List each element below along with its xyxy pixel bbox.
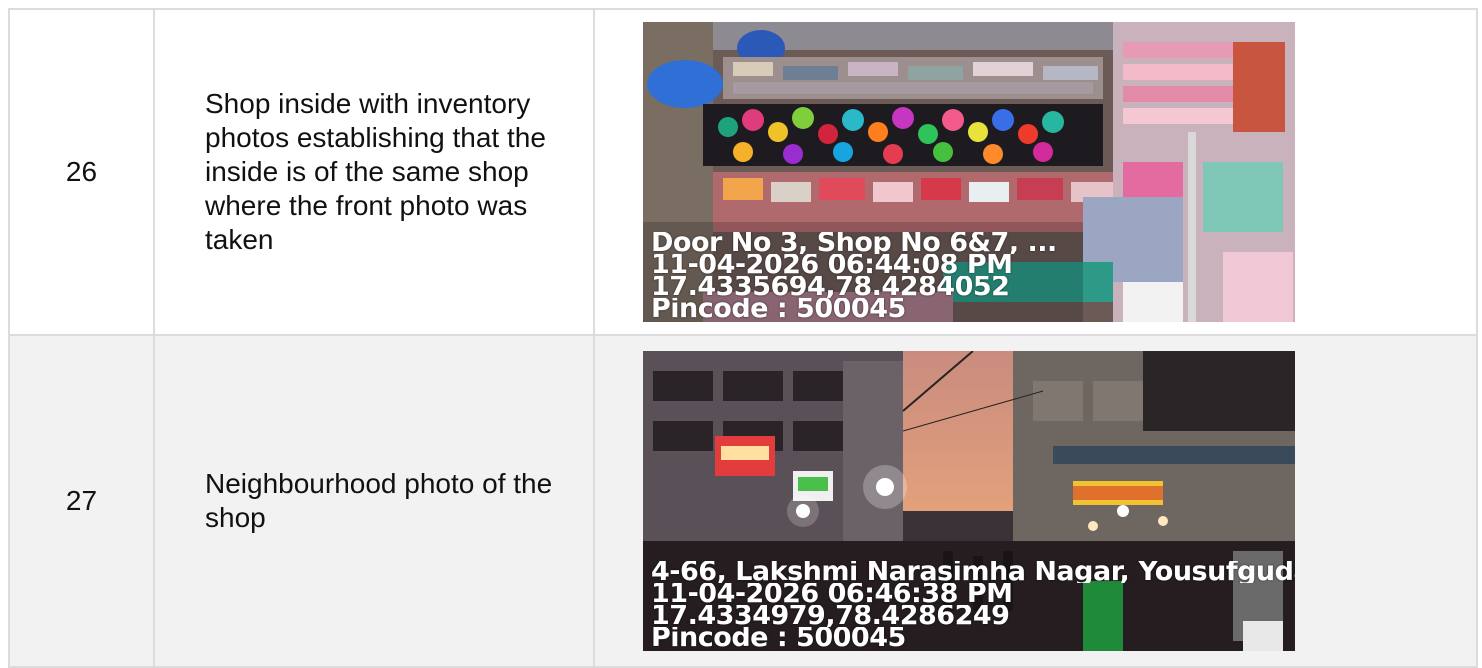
table-row: 27 Neighbourhood photo of the shop 4-66,… bbox=[10, 336, 1478, 668]
stamp-address: 4-66, Lakshmi Narasimha Nagar, Yousufgud… bbox=[651, 561, 1295, 583]
table-row: 26 Shop inside with inventory photos est… bbox=[10, 10, 1478, 336]
stamp-datetime: 11-04-2026 06:44:08 PM bbox=[651, 254, 1013, 276]
row-description: Neighbourhood photo of the shop bbox=[155, 336, 595, 666]
photo-cell: 4-66, Lakshmi Narasimha Nagar, Yousufgud… bbox=[595, 336, 1478, 666]
row-number: 27 bbox=[10, 336, 155, 666]
stamp-coordinates: 17.4335694,78.4284052 bbox=[651, 276, 1010, 298]
stamp-address: Door No 3, Shop No 6&7, ... bbox=[651, 232, 1057, 254]
row-description: Shop inside with inventory photos establ… bbox=[155, 10, 595, 334]
photo-cell: Door No 3, Shop No 6&7, ... 11-04-2026 0… bbox=[595, 10, 1478, 334]
stamp-pincode: Pincode : 500045 bbox=[651, 298, 906, 320]
stamp-datetime: 11-04-2026 06:46:38 PM bbox=[651, 583, 1013, 605]
row-number: 26 bbox=[10, 10, 155, 334]
row-description-text: Shop inside with inventory photos establ… bbox=[205, 88, 546, 255]
photo-geo-stamp: 4-66, Lakshmi Narasimha Nagar, Yousufgud… bbox=[651, 561, 1295, 649]
neighbourhood-photo: 4-66, Lakshmi Narasimha Nagar, Yousufgud… bbox=[643, 351, 1295, 651]
photo-geo-stamp: Door No 3, Shop No 6&7, ... 11-04-2026 0… bbox=[651, 232, 1295, 320]
row-description-text: Neighbourhood photo of the shop bbox=[205, 468, 553, 533]
evidence-table: 26 Shop inside with inventory photos est… bbox=[8, 8, 1478, 668]
stamp-coordinates: 17.4334979,78.4286249 bbox=[651, 605, 1010, 627]
stamp-pincode: Pincode : 500045 bbox=[651, 627, 906, 649]
shop-interior-photo: Door No 3, Shop No 6&7, ... 11-04-2026 0… bbox=[643, 22, 1295, 322]
